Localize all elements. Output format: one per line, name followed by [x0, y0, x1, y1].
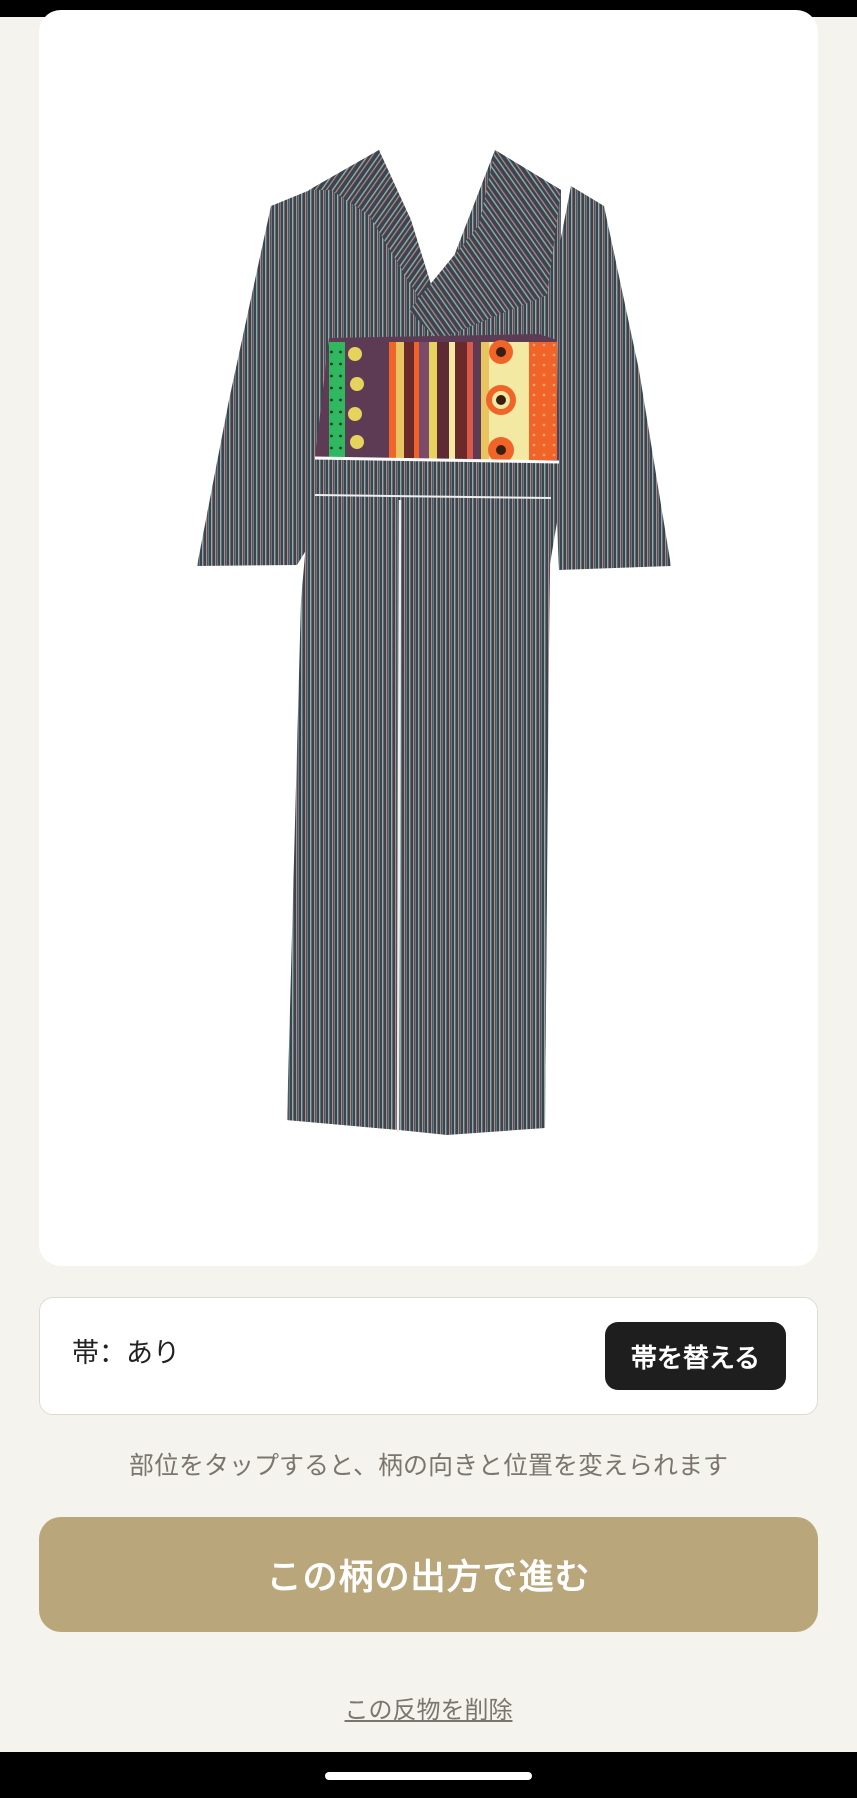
delete-fabric-link[interactable]: この反物を削除 — [0, 1693, 857, 1727]
kimono-preview — [197, 150, 671, 1135]
system-nav-bar — [0, 1752, 857, 1798]
home-indicator[interactable] — [325, 1772, 532, 1780]
kimono-preview-card — [39, 10, 818, 1266]
obi-status-label: 帯：あり — [72, 1338, 180, 1369]
proceed-with-pattern-button[interactable]: この柄の出方で進む — [39, 1517, 818, 1632]
hint-text: 部位をタップすると、柄の向きと位置を変えられます — [128, 1451, 728, 1480]
obi-setting-row: 帯：あり 帯を替える — [39, 1297, 818, 1415]
change-obi-button[interactable]: 帯を替える — [605, 1322, 786, 1390]
kimono-right-sleeve[interactable] — [547, 186, 671, 570]
kimono-lower-panel[interactable] — [287, 494, 552, 1133]
obi-belt[interactable] — [314, 334, 560, 464]
